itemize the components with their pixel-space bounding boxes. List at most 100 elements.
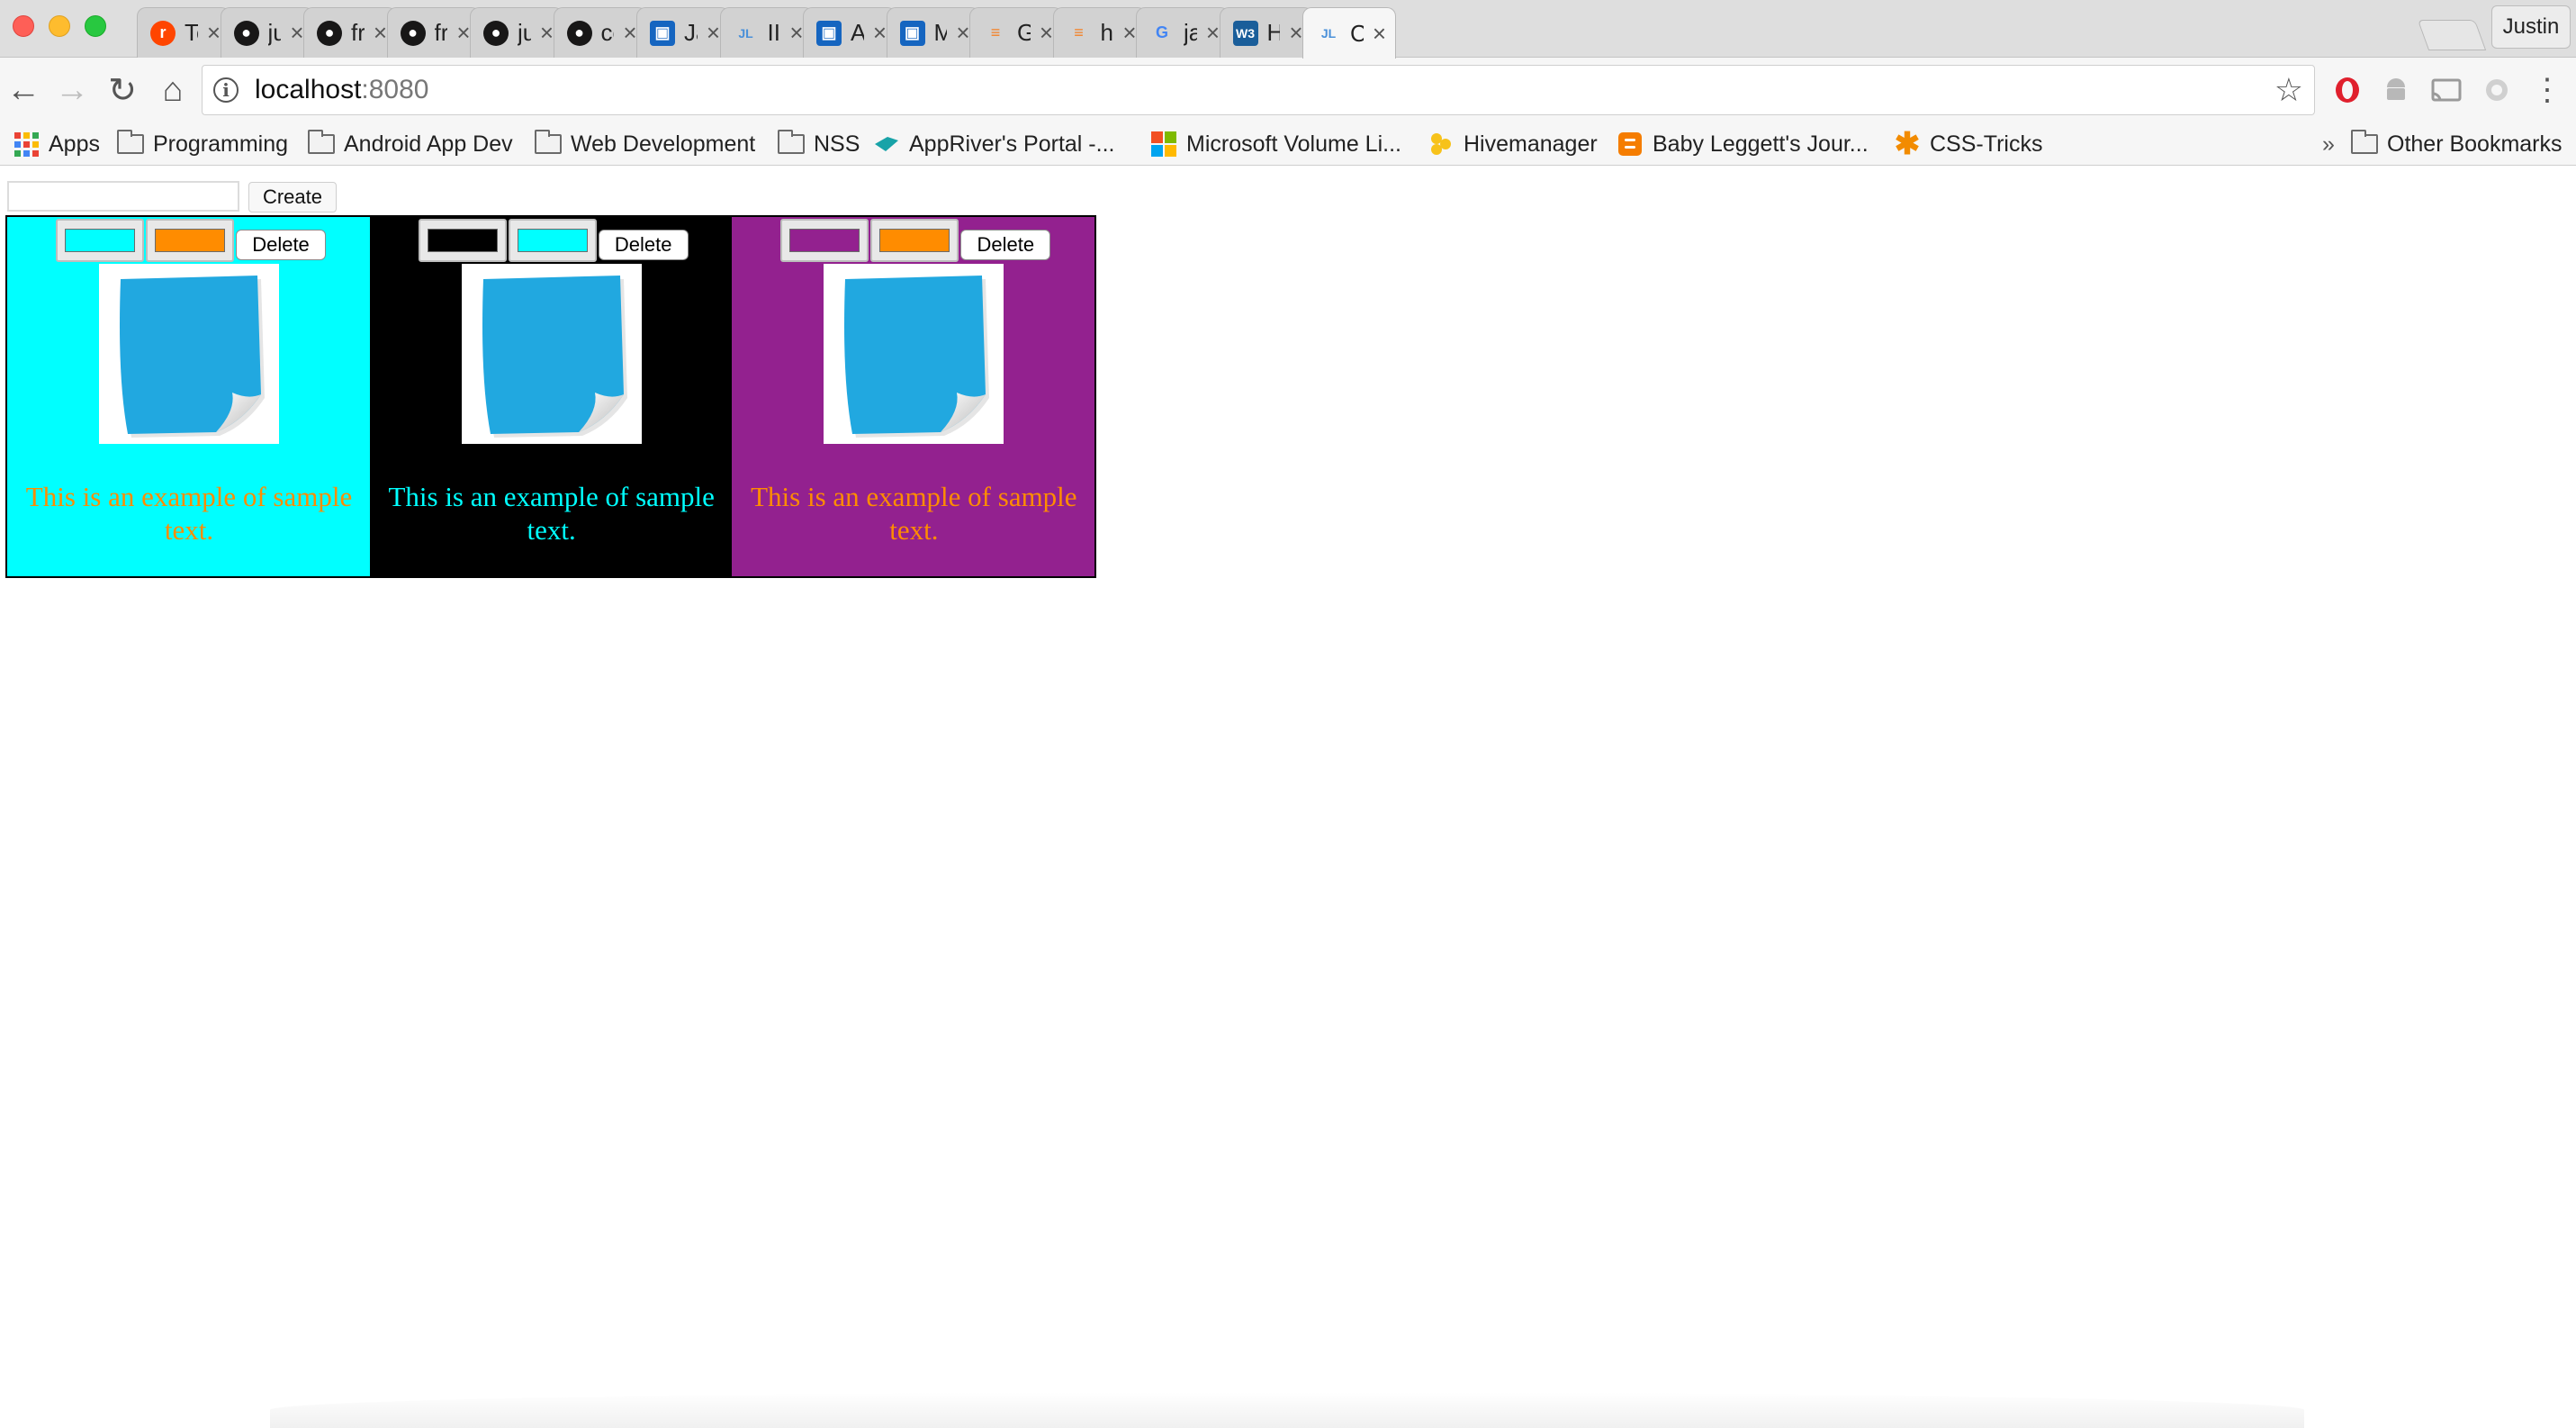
tab-title: front- (434, 19, 448, 46)
bookmark-label: AppRiver's Portal -... (909, 131, 1115, 157)
bookmark-appriver[interactable]: AppRiver's Portal -... (873, 127, 1114, 161)
bookmark-folder-programming[interactable]: Programming (117, 127, 288, 161)
bookmark-other-bookmarks[interactable]: Other Bookmarks (2351, 127, 2562, 161)
delete-button[interactable]: Delete (598, 230, 689, 260)
delete-button[interactable]: Delete (236, 230, 326, 260)
bookmark-apps[interactable]: Apps (13, 127, 100, 161)
window-minimize-button[interactable] (49, 15, 70, 37)
tab-html[interactable]: ≡ html - × (1052, 7, 1147, 58)
tab-front[interactable]: ● front- × (386, 7, 481, 58)
tab-comp[interactable]: ● comp × (553, 7, 647, 58)
kebab-menu-icon: ⋮ (2532, 73, 2562, 107)
delete-button[interactable]: Delete (960, 230, 1051, 260)
tab-justin[interactable]: ● justin × (220, 7, 314, 58)
home-button[interactable]: ⌂ (153, 70, 193, 110)
background-color-picker[interactable] (418, 219, 507, 262)
bookmarks-overflow-button[interactable]: » (2322, 127, 2335, 161)
tab-array[interactable]: ▣ Array × (803, 7, 896, 58)
tab-title: IIFE (767, 19, 781, 46)
create-button[interactable]: Create (248, 182, 337, 212)
close-icon[interactable]: × (207, 19, 221, 47)
double-chevron-icon: » (2322, 131, 2335, 157)
card-text-input[interactable] (7, 181, 239, 212)
sync-extension-icon[interactable] (2481, 74, 2513, 106)
forward-arrow-icon: → (55, 70, 89, 109)
close-icon[interactable]: × (873, 19, 887, 47)
bookmark-label: Other Bookmarks (2387, 131, 2562, 157)
tab-how-t[interactable]: W3 How t × (1219, 7, 1313, 58)
new-tab-button[interactable] (2417, 20, 2487, 50)
bookmark-folder-web-development[interactable]: Web Development (535, 127, 755, 161)
tab-strip: rTechn×●justin×●front-×●front-×●justin×●… (0, 0, 2576, 59)
close-icon[interactable]: × (1040, 19, 1053, 47)
bookmark-folder-nss[interactable]: NSS (778, 127, 860, 161)
window-zoom-button[interactable] (85, 15, 106, 37)
tab-javas[interactable]: ▣ JavaS × (636, 7, 730, 58)
text-color-picker[interactable] (146, 219, 234, 262)
url-host: localhost (255, 75, 362, 104)
close-icon[interactable]: × (707, 19, 720, 47)
bookmark-baby-leggett[interactable]: Baby Leggett's Jour... (1617, 127, 1869, 161)
tab-math[interactable]: ▣ Math. × (886, 7, 980, 58)
chrome-menu-button[interactable]: ⋮ (2531, 73, 2563, 107)
close-icon[interactable]: × (540, 19, 554, 47)
tab-title: comp (600, 19, 615, 46)
apps-grid-icon (13, 131, 40, 157)
close-icon[interactable]: × (374, 19, 387, 47)
opera-extension-icon[interactable] (2331, 74, 2364, 106)
close-icon[interactable]: × (1206, 19, 1220, 47)
text-color-picker[interactable] (508, 219, 597, 262)
info-icon[interactable]: i (213, 77, 239, 103)
css-tricks-icon: ✱ (1894, 127, 1921, 161)
text-color-picker[interactable] (870, 219, 959, 262)
android-extension-icon[interactable] (2380, 74, 2412, 106)
address-bar[interactable]: i localhost:8080 ☆ (202, 65, 2315, 115)
tab-justin[interactable]: ● justin × (470, 7, 563, 58)
reload-button[interactable]: ↻ (103, 70, 142, 110)
mdn-book-icon: ▣ (899, 20, 925, 46)
tab-gene[interactable]: ≡ Gene × (969, 7, 1063, 58)
tab-cards[interactable]: JL Cards × (1302, 7, 1396, 59)
bookmark-label: Hivemanager (1464, 131, 1598, 157)
bookmark-microsoft-volume[interactable]: Microsoft Volume Li... (1150, 127, 1401, 161)
window-close-button[interactable] (13, 15, 34, 37)
bookmark-label: NSS (814, 131, 860, 157)
close-icon[interactable]: × (1373, 20, 1386, 48)
tab-front[interactable]: ● front- × (303, 7, 397, 58)
close-icon[interactable]: × (623, 19, 636, 47)
card: Delete This is an example of sample text… (369, 217, 733, 576)
profile-button[interactable]: Justin (2491, 5, 2571, 49)
background-color-picker[interactable] (780, 219, 869, 262)
tab-javas[interactable]: Gjavas × (1136, 7, 1229, 58)
tab-iife[interactable]: JL IIFE × (719, 7, 814, 58)
close-icon[interactable]: × (956, 19, 969, 47)
forward-button[interactable]: → (52, 70, 92, 110)
background-color-picker[interactable] (56, 219, 144, 262)
close-icon[interactable]: × (290, 19, 303, 47)
close-icon[interactable]: × (1122, 19, 1136, 47)
tab-title: Gene (1017, 19, 1031, 47)
bookmarks-bar: Apps Programming Android App Dev Web Dev… (0, 122, 2576, 166)
bookmark-star-icon[interactable]: ☆ (2274, 71, 2303, 109)
microsoft-icon (1150, 131, 1177, 157)
bookmark-label: Microsoft Volume Li... (1186, 131, 1401, 157)
close-icon[interactable]: × (789, 19, 803, 47)
card-text: This is an example of sample text. (751, 481, 1077, 546)
tab-title: How t (1267, 19, 1281, 47)
close-icon[interactable]: × (456, 19, 470, 47)
bookmark-hivemanager[interactable]: Hivemanager (1428, 127, 1598, 161)
bookmark-folder-android-app-dev[interactable]: Android App Dev (308, 127, 513, 161)
stackoverflow-icon: ≡ (990, 23, 1001, 41)
reload-icon: ↻ (108, 71, 137, 110)
close-icon[interactable]: × (1289, 19, 1302, 47)
tab-title: javas (1184, 19, 1197, 46)
url-port: :8080 (361, 75, 429, 104)
tab-title: front- (351, 19, 365, 46)
tab-techn[interactable]: r Techn × (137, 7, 230, 58)
cast-extension-icon[interactable] (2430, 74, 2463, 106)
back-button[interactable]: ← (4, 70, 43, 110)
bookmark-css-tricks[interactable]: ✱ CSS-Tricks (1894, 127, 2043, 161)
color-chip (517, 229, 588, 252)
tab-title: justin (518, 19, 531, 46)
bookmark-label: Web Development (571, 131, 756, 157)
